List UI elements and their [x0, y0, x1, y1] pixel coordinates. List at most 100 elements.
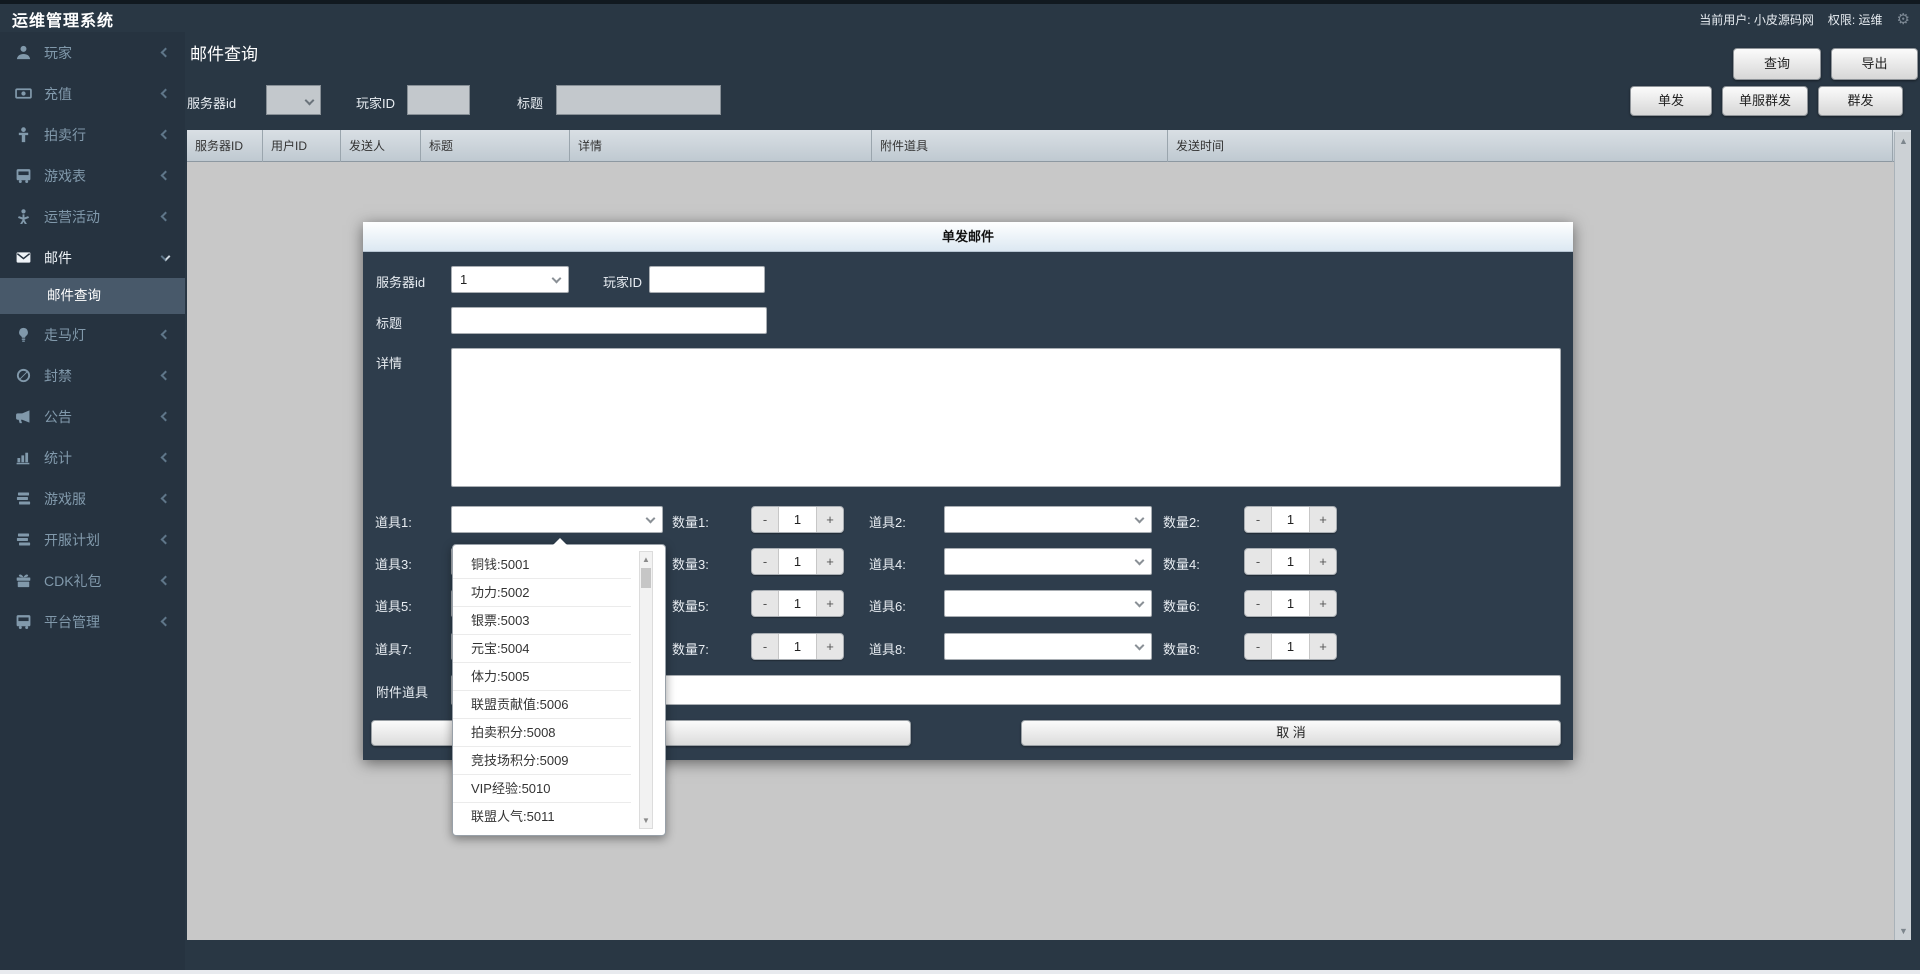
dropdown-option[interactable]: 元宝:5004 — [453, 635, 631, 663]
sidebar-item-label: 运营活动 — [44, 207, 100, 227]
auction-icon — [15, 126, 32, 143]
sidebar-item-11[interactable]: 游戏服 — [0, 478, 185, 519]
sidebar-item-label: 充值 — [44, 84, 72, 104]
sidebar-item-label: CDK礼包 — [44, 571, 102, 591]
dropdown-option[interactable]: 功力:5002 — [453, 579, 631, 607]
qty-value[interactable]: 1 — [1271, 507, 1310, 532]
chevron-down-icon — [1135, 598, 1145, 608]
qty-value[interactable]: 1 — [778, 591, 817, 616]
item-8-select[interactable] — [944, 633, 1152, 660]
sidebar-item-14[interactable]: 平台管理 — [0, 601, 185, 642]
sidebar-item-5[interactable]: 运营活动 — [0, 196, 185, 237]
vertical-scrollbar[interactable]: ▲ ▼ — [1894, 132, 1911, 940]
chevron-left-icon — [161, 212, 171, 222]
item-4-select[interactable] — [944, 548, 1152, 575]
minus-button[interactable]: - — [1245, 634, 1271, 659]
money-icon — [15, 85, 32, 102]
plus-button[interactable]: + — [1310, 507, 1336, 532]
sidebar-item-3[interactable]: 拍卖行 — [0, 114, 185, 155]
chart-icon — [15, 449, 32, 466]
sidebar-item-label: 开服计划 — [44, 530, 100, 550]
mail-icon — [15, 249, 32, 266]
scroll-down-icon[interactable]: ▼ — [1895, 926, 1912, 936]
qty-value[interactable]: 1 — [778, 634, 817, 659]
dropdown-option[interactable]: 竞技场积分:5009 — [453, 747, 631, 775]
bulk-send-button[interactable]: 群发 — [1818, 86, 1903, 116]
chevron-left-icon — [161, 453, 171, 463]
single-send-button[interactable]: 单发 — [1630, 86, 1712, 116]
filter-title-input[interactable] — [556, 85, 721, 115]
plus-button[interactable]: + — [1310, 549, 1336, 574]
export-button[interactable]: 导出 — [1831, 48, 1918, 80]
plus-button[interactable]: + — [817, 507, 843, 532]
sidebar-item-label: 游戏表 — [44, 166, 86, 186]
dropdown-scrollbar[interactable]: ▲ ▼ — [639, 551, 653, 829]
sidebar-item-12[interactable]: 开服计划 — [0, 519, 185, 560]
sidebar-item-label: 公告 — [44, 407, 72, 427]
scroll-down-icon[interactable]: ▼ — [640, 816, 652, 825]
column-header: 详情 — [570, 130, 872, 162]
sidebar-item-label: 走马灯 — [44, 325, 86, 345]
dropdown-option[interactable]: 银票:5003 — [453, 607, 631, 635]
sidebar-item-6[interactable]: 邮件 — [0, 237, 185, 278]
sidebar-subitem-mail-query[interactable]: 邮件查询 — [0, 278, 185, 314]
lightbulb-icon — [15, 326, 32, 343]
scroll-thumb[interactable] — [641, 568, 651, 588]
chevron-left-icon — [161, 576, 171, 586]
qty-value[interactable]: 1 — [1271, 634, 1310, 659]
detail-textarea[interactable] — [451, 348, 1561, 487]
server-id-label: 服务器id — [376, 272, 425, 291]
qty-value[interactable]: 1 — [1271, 591, 1310, 616]
server-id-select[interactable]: 1 — [451, 266, 569, 293]
scroll-up-icon[interactable]: ▲ — [1895, 136, 1912, 146]
plus-button[interactable]: + — [1310, 591, 1336, 616]
server-bulk-send-button[interactable]: 单服群发 — [1722, 86, 1808, 116]
cancel-button[interactable]: 取 消 — [1021, 720, 1561, 746]
chevron-left-icon — [161, 330, 171, 340]
sidebar-item-9[interactable]: 公告 — [0, 396, 185, 437]
plus-button[interactable]: + — [817, 634, 843, 659]
item-6-select[interactable] — [944, 590, 1152, 617]
player-id-input[interactable] — [649, 266, 765, 293]
item-2-select[interactable] — [944, 506, 1152, 533]
minus-button[interactable]: - — [1245, 549, 1271, 574]
sidebar-item-4[interactable]: 游戏表 — [0, 155, 185, 196]
sidebar-item-2[interactable]: 充值 — [0, 73, 185, 114]
filter-player-input[interactable] — [407, 85, 470, 115]
chevron-down-icon — [305, 96, 315, 106]
dropdown-option[interactable]: 铜钱:5001 — [453, 551, 631, 579]
dropdown-option[interactable]: 联盟人气:5011 — [453, 803, 631, 831]
qty-value[interactable]: 1 — [778, 507, 817, 532]
qty-value[interactable]: 1 — [1271, 549, 1310, 574]
qty-3-label: 数量3: — [672, 554, 709, 573]
plus-button[interactable]: + — [817, 549, 843, 574]
sidebar-item-8[interactable]: 封禁 — [0, 355, 185, 396]
sidebar-item-7[interactable]: 走马灯 — [0, 314, 185, 355]
plus-button[interactable]: + — [817, 591, 843, 616]
ban-icon — [15, 367, 32, 384]
item-1-select[interactable] — [451, 506, 663, 533]
dropdown-option[interactable]: 体力:5005 — [453, 663, 631, 691]
minus-button[interactable]: - — [1245, 507, 1271, 532]
sidebar-item-1[interactable]: 玩家 — [0, 32, 185, 73]
chevron-left-icon — [161, 494, 171, 504]
minus-button[interactable]: - — [752, 507, 778, 532]
query-button[interactable]: 查询 — [1733, 48, 1821, 80]
sidebar-item-13[interactable]: CDK礼包 — [0, 560, 185, 601]
qty-value[interactable]: 1 — [778, 549, 817, 574]
minus-button[interactable]: - — [752, 634, 778, 659]
chevron-down-icon — [1135, 514, 1145, 524]
dropdown-option[interactable]: 拍卖积分:5008 — [453, 719, 631, 747]
minus-button[interactable]: - — [1245, 591, 1271, 616]
sidebar-item-10[interactable]: 统计 — [0, 437, 185, 478]
dropdown-option[interactable]: VIP经验:5010 — [453, 775, 631, 803]
filter-server-select[interactable] — [266, 85, 321, 115]
item-7-label: 道具7: — [375, 639, 412, 658]
scroll-up-icon[interactable]: ▲ — [640, 555, 652, 564]
minus-button[interactable]: - — [752, 549, 778, 574]
minus-button[interactable]: - — [752, 591, 778, 616]
subject-input[interactable] — [451, 307, 767, 334]
plus-button[interactable]: + — [1310, 634, 1336, 659]
gear-icon[interactable]: ⚙ — [1897, 12, 1910, 27]
dropdown-option[interactable]: 联盟贡献值:5006 — [453, 691, 631, 719]
